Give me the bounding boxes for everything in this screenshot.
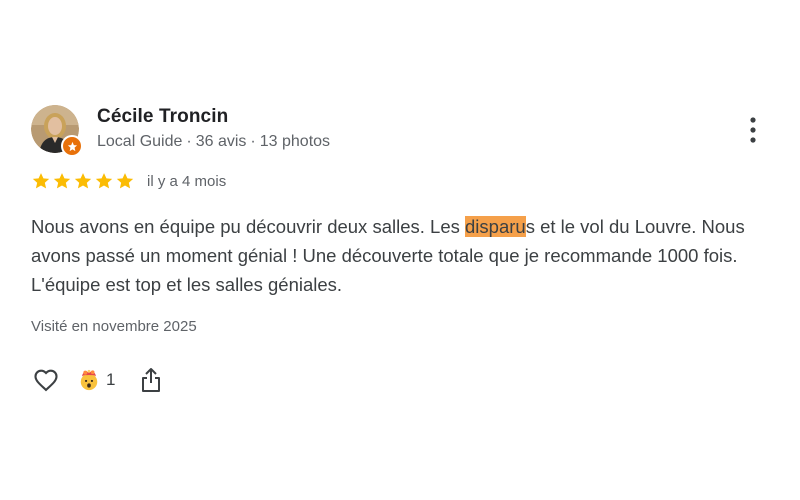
review-card: Cécile Troncin Local Guide · 36 avis · 13 ph… — [0, 0, 800, 500]
reaction-button[interactable]: 1 — [78, 369, 115, 391]
star-icon — [74, 173, 92, 189]
like-button[interactable] — [30, 364, 62, 396]
photos-count: 13 photos — [259, 133, 331, 150]
share-icon — [142, 368, 161, 392]
rating-row: il y a 4 mois — [31, 171, 226, 191]
meta-separator: · — [186, 133, 192, 150]
local-guide-badge-icon — [61, 135, 83, 157]
review-text-highlight: disparu — [465, 216, 526, 237]
reaction-count: 1 — [106, 370, 116, 389]
author-name[interactable]: Cécile Troncin — [97, 106, 228, 128]
heart-outline-icon — [34, 369, 58, 392]
star-icon — [95, 173, 113, 189]
star-rating — [31, 171, 135, 191]
star-icon — [32, 173, 50, 189]
author-meta: Local Guide · 36 avis · 13 photos — [97, 133, 330, 151]
star-icon — [116, 173, 134, 189]
exploding-head-emoji-icon — [80, 369, 98, 391]
avatar[interactable] — [31, 105, 83, 157]
local-guide-label: Local Guide — [97, 133, 183, 150]
visit-date: Visité en novembre 2025 — [31, 318, 197, 335]
share-button[interactable] — [137, 364, 165, 396]
review-actions: 1 — [30, 364, 165, 396]
more-options-button[interactable] — [741, 114, 765, 146]
meta-separator: · — [250, 133, 256, 150]
review-text: Nous avons en équipe pu découvrir deux s… — [31, 212, 771, 299]
review-date: il y a 4 mois — [147, 172, 227, 190]
star-icon — [53, 173, 71, 189]
reviews-count: 36 avis — [195, 133, 247, 150]
review-text-before: Nous avons en équipe pu découvrir deux s… — [31, 216, 465, 237]
more-vert-icon — [750, 117, 756, 143]
